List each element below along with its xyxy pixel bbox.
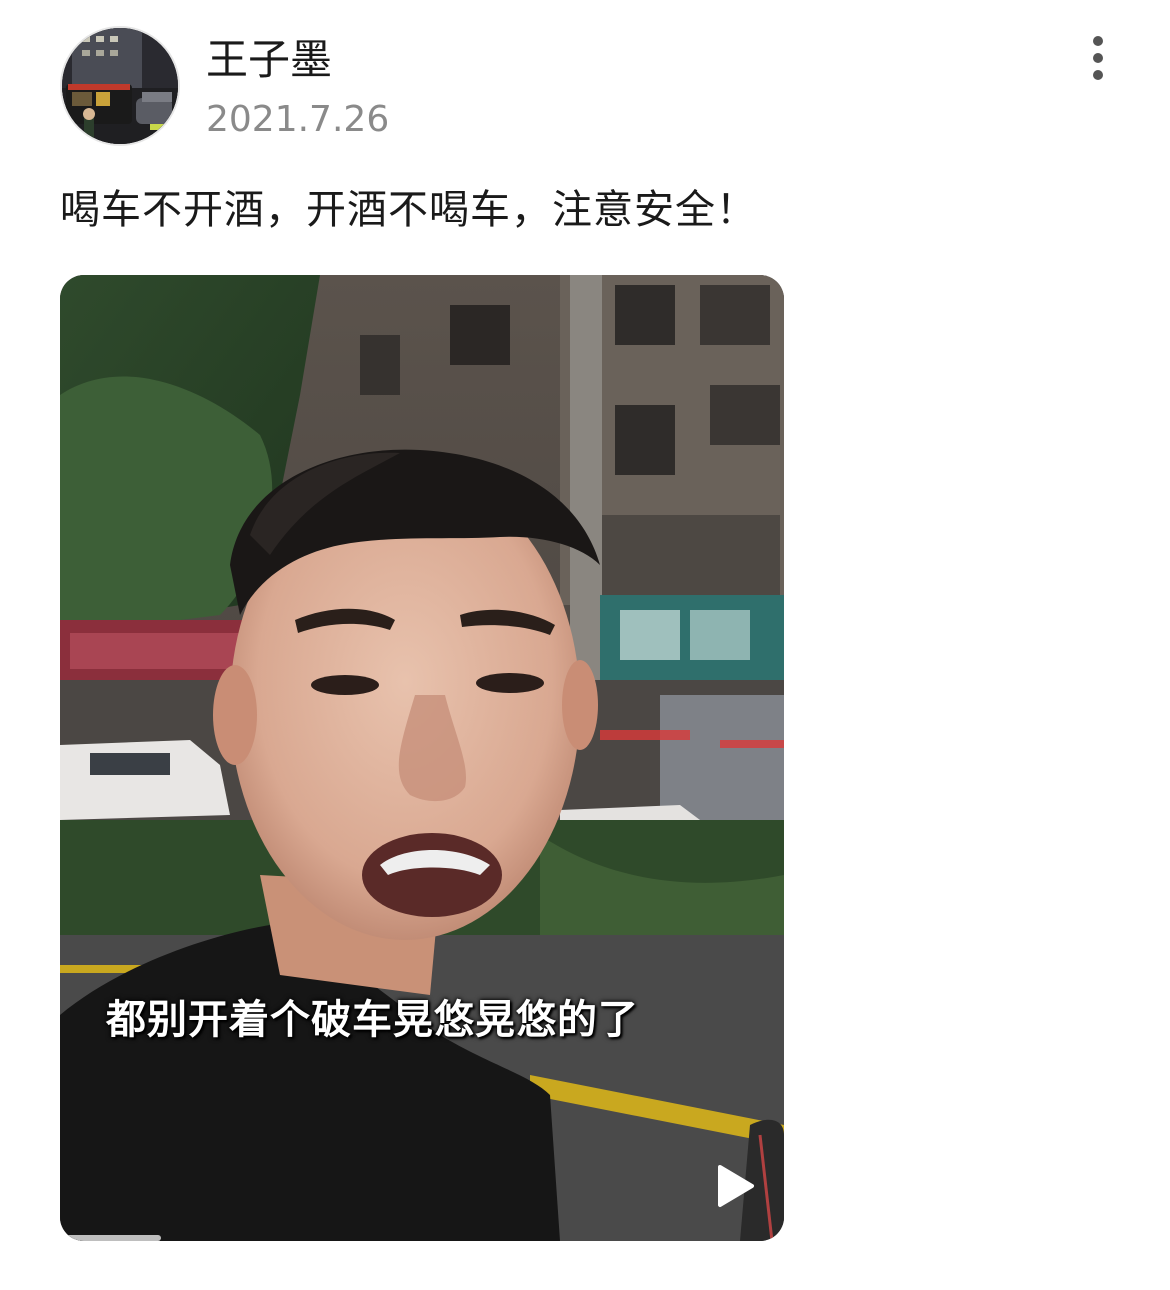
post-text: 喝车不开酒，开酒不喝车，注意安全！ — [60, 187, 757, 233]
more-vertical-icon-dot — [1093, 53, 1103, 63]
video-subtitle: 都别开着个破车晃悠晃悠的了 — [106, 997, 639, 1043]
video-progress-fill — [60, 1235, 162, 1241]
more-vertical-icon-dot — [1093, 36, 1103, 46]
play-icon-glyph — [718, 1165, 754, 1207]
play-icon[interactable] — [712, 1163, 758, 1209]
author-avatar[interactable] — [60, 26, 180, 146]
post-date: 2021.7.26 — [206, 99, 390, 140]
avatar-image — [62, 28, 178, 144]
author-name[interactable]: 王子墨 — [206, 34, 332, 86]
more-vertical-icon-dot — [1093, 70, 1103, 80]
more-options-button[interactable] — [1076, 28, 1122, 80]
video-thumbnail — [60, 275, 784, 1241]
video-player[interactable]: 都别开着个破车晃悠晃悠的了 — [60, 275, 784, 1241]
video-progress-bar[interactable] — [60, 1235, 784, 1241]
